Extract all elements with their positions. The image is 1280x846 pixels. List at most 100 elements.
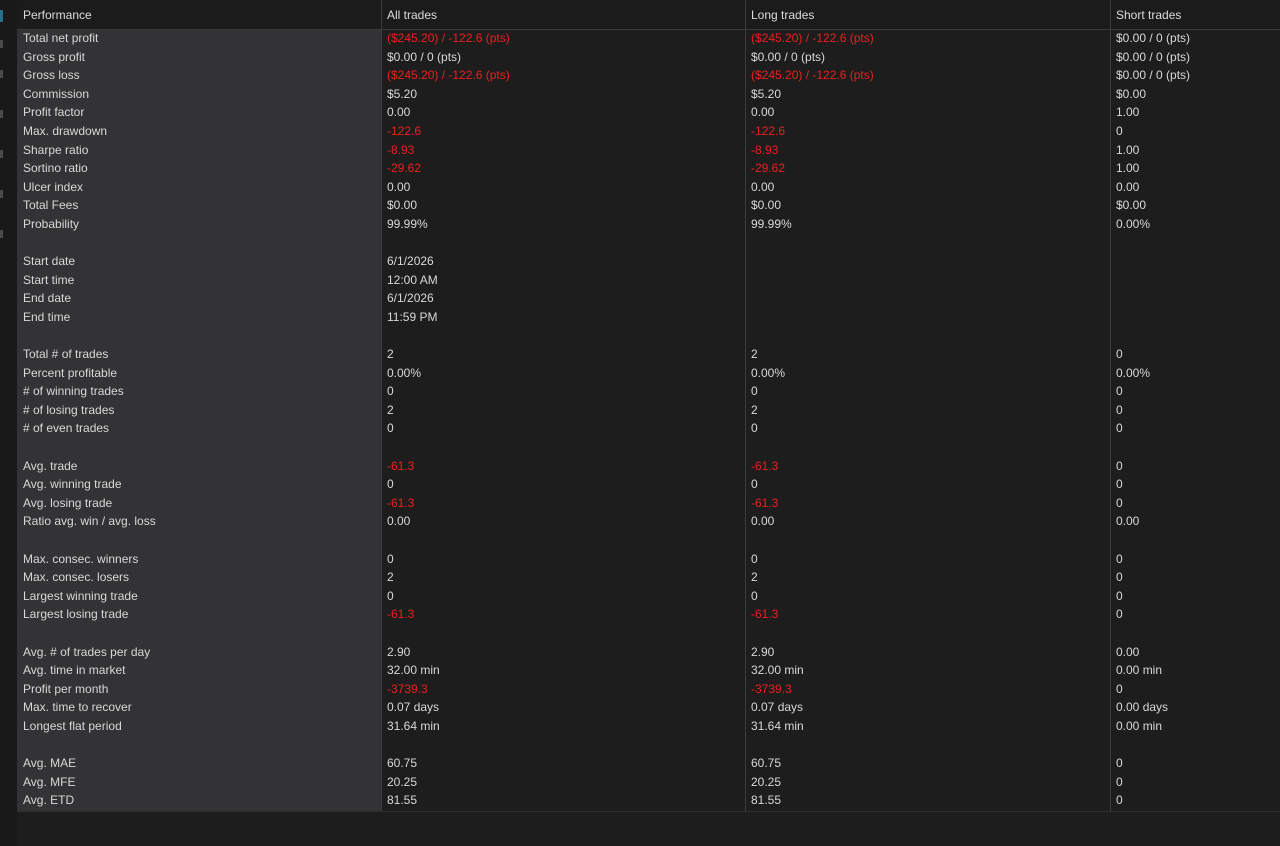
toolbar-mark — [0, 70, 3, 78]
all-trades-value: $5.20 — [387, 86, 418, 101]
table-row: # of even trades 0 0 0 — [17, 419, 1280, 438]
all-trades-value: 0.00 — [387, 514, 411, 529]
toolbar-mark — [0, 110, 3, 118]
table-row: Max. consec. losers 2 2 0 — [17, 568, 1280, 587]
metric-label: Sortino ratio — [23, 161, 88, 176]
metric-label: Longest flat period — [23, 718, 122, 733]
all-trades-value: 2 — [387, 570, 394, 585]
metric-label: Total Fees — [23, 198, 79, 213]
table-row: Total net profit ($245.20) / -122.6 (pts)… — [17, 29, 1280, 48]
long-trades-value: 0.00 — [751, 179, 775, 194]
table-row: Commission $5.20 $5.20 $0.00 — [17, 85, 1280, 104]
grid-header: Performance All trades Long trades Short… — [17, 0, 1280, 30]
all-trades-value: ($245.20) / -122.6 (pts) — [387, 31, 510, 45]
long-trades-value: 99.99% — [751, 216, 792, 231]
all-trades-value: 20.25 — [387, 774, 418, 789]
table-row: Total # of trades 2 2 0 — [17, 345, 1280, 364]
all-trades-value: 0 — [387, 551, 394, 566]
long-trades-value: -61.3 — [751, 607, 779, 622]
long-trades-value: 0 — [751, 551, 758, 566]
short-trades-value: 0 — [1116, 384, 1123, 399]
table-row: Avg. MAE 60.75 60.75 0 — [17, 754, 1280, 773]
column-header-all-trades[interactable]: All trades — [381, 0, 745, 29]
column-header-long-trades[interactable]: Long trades — [745, 0, 1110, 29]
table-row: Avg. MFE 20.25 20.25 0 — [17, 773, 1280, 792]
all-trades-value: 81.55 — [387, 793, 418, 808]
metric-label: Total # of trades — [23, 347, 109, 362]
all-trades-value: 2 — [387, 347, 394, 362]
table-row: Gross profit $0.00 / 0 (pts) $0.00 / 0 (pt… — [17, 48, 1280, 67]
all-trades-value: 60.75 — [387, 756, 418, 771]
all-trades-value: ($245.20) / -122.6 (pts) — [387, 68, 510, 83]
table-row: # of losing trades 2 2 0 — [17, 401, 1280, 420]
metric-label: Profit per month — [23, 681, 109, 696]
all-trades-value: -61.3 — [387, 495, 415, 510]
short-trades-value: 0.00 — [1116, 514, 1140, 529]
all-trades-value: 6/1/2026 — [387, 291, 434, 306]
all-trades-value: 2.90 — [387, 644, 411, 659]
table-row: Ratio avg. win / avg. loss 0.00 0.00 0.00 — [17, 512, 1280, 531]
column-header-performance[interactable]: Performance — [17, 0, 381, 29]
short-trades-value: 0 — [1116, 123, 1123, 138]
short-trades-value: $0.00 — [1116, 198, 1147, 213]
column-header-short-trades[interactable]: Short trades — [1110, 0, 1280, 29]
long-trades-value: $5.20 — [751, 86, 782, 101]
metric-label: Start time — [23, 272, 75, 287]
metric-label: Max. consec. winners — [23, 551, 139, 566]
all-trades-value: 0 — [387, 477, 394, 492]
metric-label: End time — [23, 309, 71, 324]
table-row: Sharpe ratio -8.93 -8.93 1.00 — [17, 141, 1280, 160]
spacer-row — [17, 736, 1280, 755]
toolbar-mark — [0, 10, 3, 22]
table-row: Avg. time in market 32.00 min 32.00 min 0.0… — [17, 661, 1280, 680]
long-trades-value: -8.93 — [751, 142, 779, 157]
long-trades-value: ($245.20) / -122.6 (pts) — [751, 68, 874, 83]
table-row: Percent profitable 0.00% 0.00% 0.00% — [17, 364, 1280, 383]
long-trades-value: ($245.20) / -122.6 (pts) — [751, 31, 874, 45]
all-trades-value: 0 — [387, 384, 394, 399]
long-trades-value: 32.00 min — [751, 663, 804, 678]
table-row: Start date 6/1/2026 — [17, 252, 1280, 271]
short-trades-value: 0.00 min — [1116, 718, 1163, 733]
all-trades-value: -61.3 — [387, 607, 415, 622]
table-row: Largest losing trade -61.3 -61.3 0 — [17, 605, 1280, 624]
long-trades-value: 31.64 min — [751, 718, 804, 733]
metric-label: Gross profit — [23, 49, 86, 64]
short-trades-value: 0 — [1116, 570, 1123, 585]
short-trades-value: 0 — [1116, 477, 1123, 492]
metric-label: # of losing trades — [23, 402, 115, 417]
short-trades-value: 0 — [1116, 607, 1123, 622]
metric-label: Avg. ETD — [23, 793, 75, 808]
long-trades-value: -29.62 — [751, 161, 786, 176]
metric-label: # of even trades — [23, 421, 110, 436]
table-row: Gross loss ($245.20) / -122.6 (pts) ($245.… — [17, 66, 1280, 85]
table-row: Avg. winning trade 0 0 0 — [17, 475, 1280, 494]
table-row: Largest winning trade 0 0 0 — [17, 587, 1280, 606]
long-trades-value: 0 — [751, 421, 758, 436]
metric-label: Avg. winning trade — [23, 477, 122, 492]
metric-label: Max. consec. losers — [23, 570, 130, 585]
long-trades-value: 0 — [751, 588, 758, 603]
table-row: Start time 12:00 AM — [17, 271, 1280, 290]
toolbar-mark — [0, 40, 3, 48]
long-trades-value: -61.3 — [751, 458, 779, 473]
all-trades-value: 12:00 AM — [387, 272, 438, 287]
table-row: Total Fees $0.00 $0.00 $0.00 — [17, 196, 1280, 215]
table-row: Ulcer index 0.00 0.00 0.00 — [17, 178, 1280, 197]
long-trades-value: 20.25 — [751, 774, 782, 789]
metric-label: Avg. MAE — [23, 756, 77, 771]
all-trades-value: -3739.3 — [387, 681, 428, 696]
all-trades-value: 32.00 min — [387, 663, 440, 678]
all-trades-value: 0.00 — [387, 105, 411, 120]
all-trades-value: 0.00 — [387, 179, 411, 194]
short-trades-value: 1.00 — [1116, 161, 1140, 176]
long-trades-value: -61.3 — [751, 495, 779, 510]
table-row: Sortino ratio -29.62 -29.62 1.00 — [17, 159, 1280, 178]
metric-label: Percent profitable — [23, 365, 118, 380]
spacer-row — [17, 531, 1280, 550]
metric-label: Probability — [23, 216, 80, 231]
short-trades-value: 0 — [1116, 756, 1123, 771]
metric-label: # of winning trades — [23, 384, 124, 399]
short-trades-value: 0 — [1116, 793, 1123, 808]
short-trades-value: 0.00% — [1116, 365, 1151, 380]
